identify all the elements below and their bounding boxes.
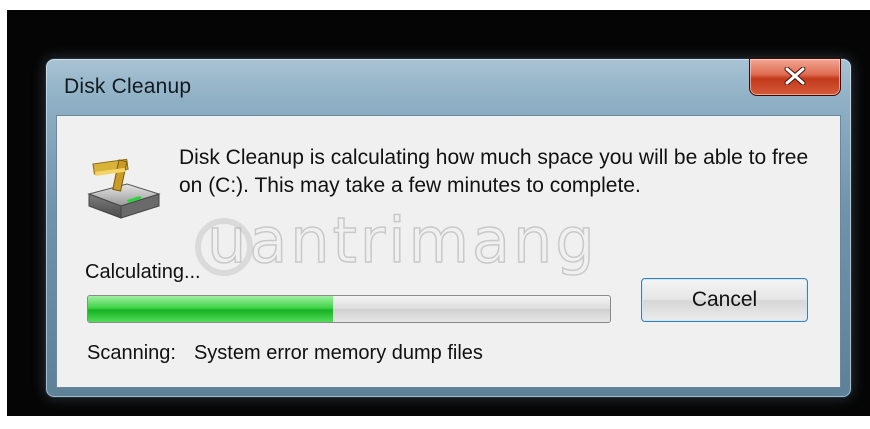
scan-item: System error memory dump files — [193, 342, 483, 364]
scan-status: Scanning: System error memory dump files — [87, 342, 483, 365]
progress-bar-fill — [88, 296, 334, 322]
close-x-icon — [784, 67, 806, 85]
disk-cleanup-drive-icon — [87, 158, 161, 219]
cancel-button[interactable]: Cancel — [641, 278, 808, 322]
progress-bar — [87, 295, 611, 323]
title-bar[interactable]: Disk Cleanup — [46, 58, 851, 113]
watermark-text: uantrimang — [206, 203, 598, 278]
disk-cleanup-dialog: Disk Cleanup Disk Cleanup is calculating… — [45, 58, 852, 398]
dialog-content: Disk Cleanup is calculating how much spa… — [56, 115, 841, 388]
screen-background: Disk Cleanup Disk Cleanup is calculating… — [7, 10, 870, 416]
calculation-message: Disk Cleanup is calculating how much spa… — [179, 146, 809, 197]
close-button[interactable] — [749, 58, 841, 96]
watermark-logo-ring — [195, 218, 253, 276]
scan-label: Scanning: — [87, 342, 176, 364]
status-label: Calculating... — [85, 261, 201, 283]
window-title: Disk Cleanup — [64, 75, 192, 98]
